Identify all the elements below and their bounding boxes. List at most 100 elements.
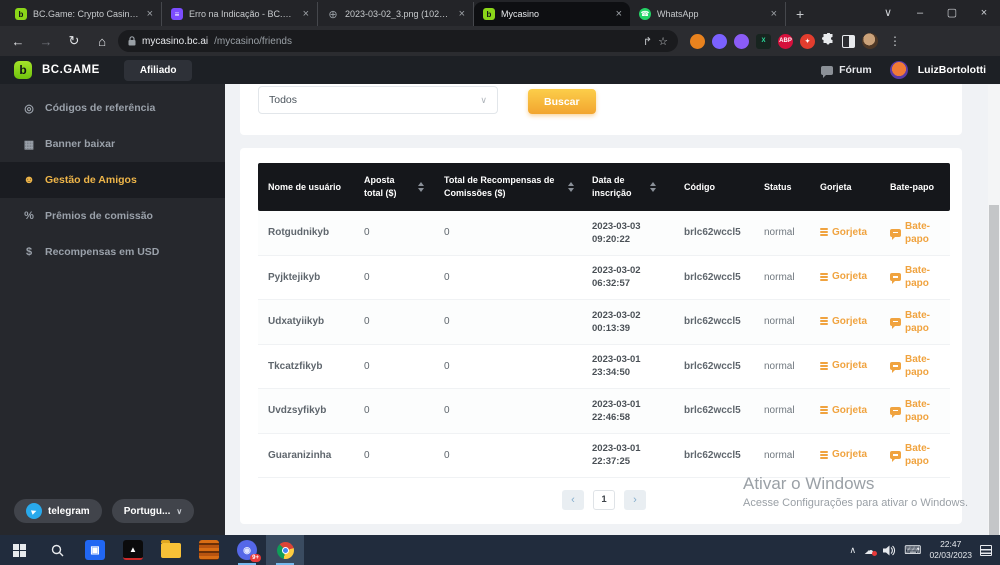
chat-link[interactable]: Bate-papo	[890, 309, 939, 335]
tab-close-icon[interactable]: ×	[614, 8, 624, 20]
sidebar-item-friends-management[interactable]: ☻ Gestão de Amigos	[0, 162, 225, 198]
refresh-button[interactable]: ↻	[62, 33, 86, 49]
tab-search-icon[interactable]: ∨	[872, 0, 904, 26]
tab-close-icon[interactable]: ×	[769, 8, 779, 20]
chat-link[interactable]: Bate-papo	[890, 353, 939, 379]
start-button[interactable]	[0, 535, 38, 565]
cell-commission-total: 0	[434, 361, 582, 372]
tip-link[interactable]: Gorjeta	[820, 316, 867, 327]
taskbar-app-anydesk[interactable]: ▣	[76, 535, 114, 565]
column-header-label: Aposta total ($)	[364, 174, 410, 199]
adblock-plus-extension-icon[interactable]: ABP	[778, 34, 793, 49]
sidebar-item-referral-codes[interactable]: ◎ Códigos de referência	[0, 90, 225, 126]
sort-icon[interactable]	[568, 182, 574, 192]
column-header[interactable]: Status	[754, 163, 810, 211]
browser-tab[interactable]: Erro na Indicação - BC.Game ×	[162, 2, 318, 26]
username-label[interactable]: LuizBortolotti	[918, 64, 986, 76]
bookmark-star-icon[interactable]: ☆	[658, 35, 668, 48]
scrollbar-thumb[interactable]	[989, 205, 999, 535]
taskbar-search-button[interactable]	[38, 535, 76, 565]
telegram-button[interactable]: ► telegram	[14, 499, 102, 523]
window-minimize-button[interactable]: –	[904, 0, 936, 26]
language-selector[interactable]: Portugu... ∨	[112, 499, 195, 523]
purple-swirl-extension-icon[interactable]	[734, 34, 749, 49]
taskbar-clock[interactable]: 22:47 02/03/2023	[929, 539, 972, 561]
stop-hand-extension-icon[interactable]: ✦	[800, 34, 815, 49]
sort-icon[interactable]	[418, 182, 424, 192]
metamask-extension-icon[interactable]	[690, 34, 705, 49]
cell-signup-date: 2023-03-01 23:34:50	[582, 354, 674, 378]
address-bar[interactable]: mycasino.bc.ai/mycasino/friends ↱ ☆	[118, 30, 678, 52]
browser-profile-avatar[interactable]	[862, 33, 878, 49]
user-avatar[interactable]	[890, 61, 908, 79]
column-header[interactable]: Data de inscrição	[582, 163, 674, 211]
tab-close-icon[interactable]: ×	[145, 8, 155, 20]
home-button[interactable]: ⌂	[90, 34, 114, 49]
window-maximize-button[interactable]: ▢	[936, 0, 968, 26]
split-screen-icon[interactable]	[842, 35, 855, 48]
volume-icon[interactable]	[883, 545, 896, 556]
forum-link[interactable]: Fórum	[821, 64, 872, 76]
purple-wallet-extension-icon[interactable]	[712, 34, 727, 49]
taskbar-app-game[interactable]	[190, 535, 228, 565]
tip-link[interactable]: Gorjeta	[820, 360, 867, 371]
brand-name[interactable]: BC.GAME	[42, 64, 100, 76]
column-header[interactable]: Aposta total ($)	[354, 163, 434, 211]
touch-keyboard-icon[interactable]: ⌨	[904, 543, 921, 557]
chat-link[interactable]: Bate-papo	[890, 442, 939, 468]
action-center-icon[interactable]	[980, 545, 992, 556]
column-header-label: Data de inscrição	[592, 174, 642, 199]
chat-link[interactable]: Bate-papo	[890, 264, 939, 290]
sidebar-item-icon: ☻	[22, 174, 36, 186]
green-x-extension-icon[interactable]: X	[756, 34, 771, 49]
window-close-button[interactable]: ×	[968, 0, 1000, 26]
tab-title: Mycasino	[501, 9, 608, 19]
tip-link[interactable]: Gorjeta	[820, 227, 867, 238]
browser-tab[interactable]: WhatsApp ×	[630, 2, 786, 26]
coin-stack-icon	[820, 451, 828, 459]
new-tab-button[interactable]: +	[786, 6, 816, 26]
lock-icon	[128, 36, 136, 46]
tab-title: Erro na Indicação - BC.Game	[189, 9, 295, 19]
filter-select[interactable]: Todos ∨	[258, 86, 498, 114]
browser-tab[interactable]: BC.Game: Crypto Casino Gam ×	[6, 2, 162, 26]
onedrive-cloud-icon[interactable]: ☁	[864, 544, 875, 557]
column-header[interactable]: Nome de usuário	[258, 163, 354, 211]
page-scrollbar[interactable]	[988, 85, 1000, 535]
browser-tab[interactable]: 2023-03-02_3.png (1024×76 ×	[318, 2, 474, 26]
cell-username: Uvdzsyfikyb	[258, 405, 354, 416]
taskbar-chrome[interactable]	[266, 535, 304, 565]
tip-link[interactable]: Gorjeta	[820, 405, 867, 416]
sort-icon[interactable]	[650, 182, 656, 192]
column-header[interactable]: Gorjeta	[810, 163, 880, 211]
sidebar-item-banner-download[interactable]: ▦ Banner baixar	[0, 126, 225, 162]
share-icon[interactable]: ↱	[643, 35, 652, 48]
taskbar-app-launcher[interactable]: ▲	[114, 535, 152, 565]
pagination-next-button[interactable]: ›	[624, 490, 646, 510]
pagination-page-button[interactable]: 1	[593, 490, 615, 510]
taskbar-app-messenger[interactable]: ◉9+	[228, 535, 266, 565]
sidebar-item-commission-prizes[interactable]: % Prêmios de comissão	[0, 198, 225, 234]
affiliate-nav-button[interactable]: Afiliado	[124, 60, 193, 81]
tab-close-icon[interactable]: ×	[301, 8, 311, 20]
browser-tab[interactable]: Mycasino ×	[474, 2, 630, 26]
sidebar-item-usd-rewards[interactable]: $ Recompensas em USD	[0, 234, 225, 270]
search-button[interactable]: Buscar	[528, 89, 596, 114]
extensions-puzzle-icon[interactable]	[822, 33, 835, 49]
tab-close-icon[interactable]: ×	[457, 8, 467, 20]
column-header[interactable]: Código	[674, 163, 754, 211]
pagination-prev-button[interactable]: ‹	[562, 490, 584, 510]
forward-button[interactable]: →	[34, 34, 58, 49]
column-header[interactable]: Total de Recompensas de Comissões ($)	[434, 163, 582, 211]
tip-link[interactable]: Gorjeta	[820, 271, 867, 282]
back-button[interactable]: ←	[6, 34, 30, 49]
chat-link[interactable]: Bate-papo	[890, 398, 939, 424]
taskbar-file-explorer[interactable]	[152, 535, 190, 565]
tip-link[interactable]: Gorjeta	[820, 449, 867, 460]
column-header[interactable]: Bate-papo	[880, 163, 950, 211]
browser-menu-icon[interactable]: ⋮	[885, 34, 905, 48]
cell-code: brlc62wccl5	[674, 227, 754, 238]
chat-link[interactable]: Bate-papo	[890, 220, 939, 246]
tray-expand-icon[interactable]: ∧	[850, 545, 857, 556]
bcgame-logo-icon[interactable]: b	[14, 61, 32, 79]
